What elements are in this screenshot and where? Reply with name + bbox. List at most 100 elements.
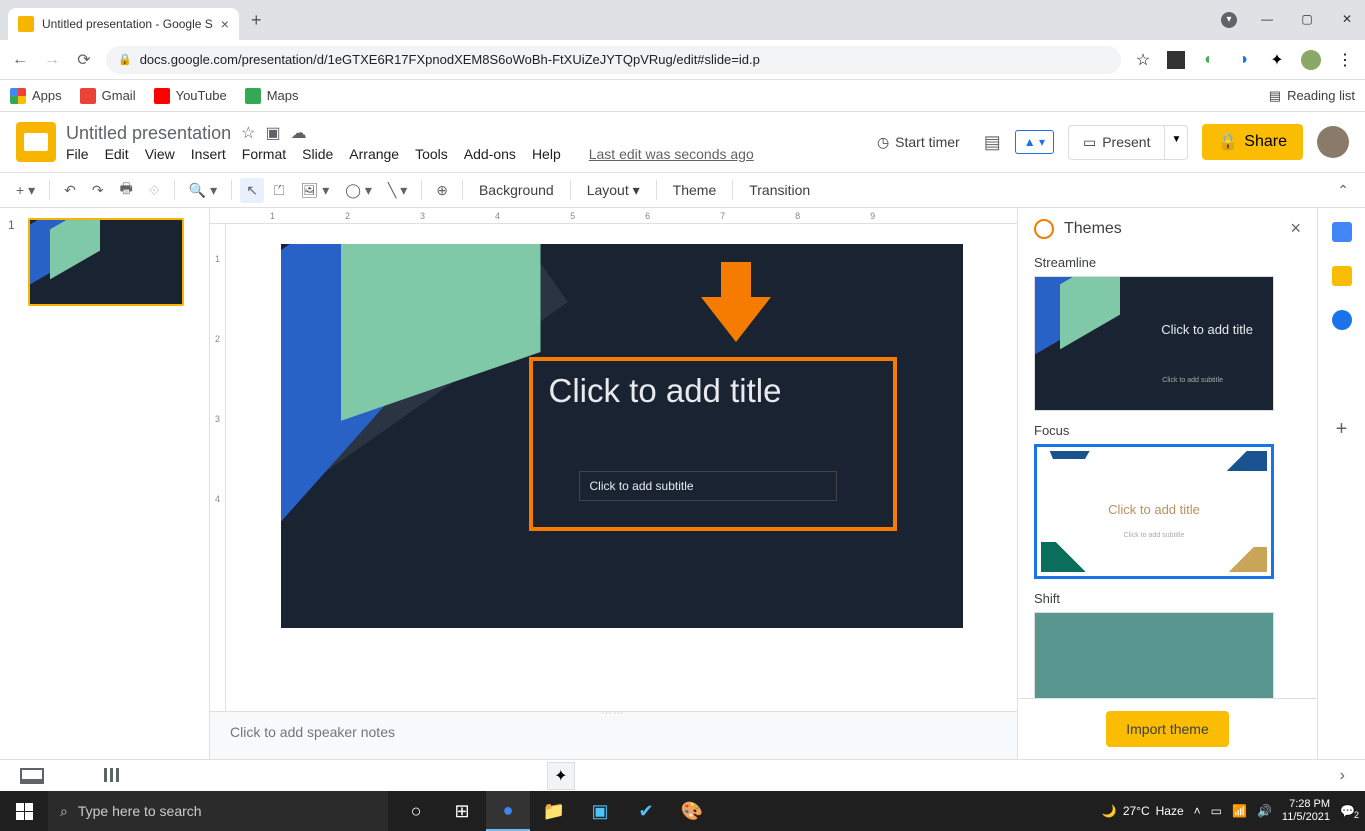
present-button[interactable]: ▭ Present [1068,125,1165,160]
lock-icon: 🔒 [118,53,132,66]
reading-list-button[interactable]: ▤ Reading list [1269,88,1355,104]
theme-option-streamline[interactable]: Click to add title Click to add subtitle [1034,276,1274,411]
comments-icon[interactable]: ▤ [984,132,1001,153]
taskbar-clock[interactable]: 7:28 PM 11/5/2021 [1282,798,1330,824]
close-tab-icon[interactable]: × [221,16,229,32]
title-placeholder[interactable]: Click to add title [549,372,782,410]
share-button[interactable]: 🔒 Share [1202,124,1303,160]
start-button[interactable] [0,791,48,831]
theme-button[interactable]: Theme [665,178,725,202]
select-tool[interactable]: ↖ [240,178,264,203]
image-tool[interactable]: 🖼 ▾ [295,178,336,203]
menu-tools[interactable]: Tools [415,146,448,162]
slides-logo-icon[interactable] [16,122,56,162]
print-button[interactable]: 🖶 [114,174,139,206]
app-taskbar-icon-2[interactable]: ✔ [624,791,668,831]
cortana-icon[interactable]: ○ [394,791,438,831]
menu-slide[interactable]: Slide [302,146,333,162]
profile-avatar-icon[interactable] [1301,50,1321,70]
cloud-status-icon[interactable]: ☁ [291,123,307,143]
menu-help[interactable]: Help [532,146,561,162]
tray-chevron-icon[interactable]: ˄ [1194,804,1201,818]
explorer-taskbar-icon[interactable]: 📁 [532,791,576,831]
ext-icon-3[interactable]: ◑ [1233,50,1253,70]
filmstrip-view-icon[interactable] [20,768,44,784]
import-theme-button[interactable]: Import theme [1106,711,1228,747]
user-avatar[interactable] [1317,126,1349,158]
browser-tab[interactable]: Untitled presentation - Google S × [8,8,239,40]
extensions-icon[interactable]: ✦ [1267,50,1287,70]
menu-insert[interactable]: Insert [191,146,226,162]
taskbar-search[interactable]: ⌕ Type here to search [48,791,388,831]
menu-addons[interactable]: Add-ons [464,146,516,162]
chrome-taskbar-icon[interactable]: ● [486,791,530,831]
present-dropdown[interactable]: ▼ [1165,125,1188,160]
undo-button[interactable]: ↶ [58,178,82,203]
minimize-button[interactable]: — [1257,12,1277,28]
volume-icon[interactable]: 🔊 [1257,804,1272,818]
line-tool[interactable]: ╲ ▾ [382,178,413,203]
account-icon[interactable]: ▾ [1221,12,1237,28]
menu-arrange[interactable]: Arrange [349,146,399,162]
last-edit-link[interactable]: Last edit was seconds ago [589,146,754,162]
new-slide-button[interactable]: + ▾ [10,178,41,203]
gmail-bookmark[interactable]: Gmail [80,88,136,104]
layout-button[interactable]: Layout ▾ [579,178,648,203]
weather-widget[interactable]: 🌙 27°C Haze [1102,804,1184,818]
slideshow-icon[interactable]: ▲ ▾ [1015,130,1054,154]
grid-view-icon[interactable] [104,768,122,782]
add-panel-icon[interactable]: + [1336,418,1348,441]
textbox-tool[interactable]: ⏍ [268,178,291,203]
theme-option-shift[interactable] [1034,612,1274,698]
collapse-toolbar-icon[interactable]: ⌃ [1331,178,1355,203]
task-view-icon[interactable]: ⊞ [440,791,484,831]
reload-button[interactable]: ⟳ [74,50,94,70]
speaker-notes[interactable]: ⋯⋯ Click to add speaker notes [210,711,1017,759]
theme-option-focus[interactable]: Click to add title Click to add subtitle [1034,444,1274,579]
youtube-bookmark[interactable]: YouTube [154,88,227,104]
star-doc-icon[interactable]: ☆ [241,123,255,143]
menu-edit[interactable]: Edit [105,146,129,162]
paint-format-button[interactable]: ⟐ [143,178,166,203]
close-panel-icon[interactable]: × [1290,218,1301,239]
background-button[interactable]: Background [471,178,562,202]
paint-taskbar-icon[interactable]: 🎨 [670,791,714,831]
move-doc-icon[interactable]: ▣ [265,123,280,143]
new-tab-button[interactable]: + [251,10,262,31]
subtitle-placeholder[interactable]: Click to add subtitle [579,471,837,501]
ext-icon-2[interactable]: ◐ [1199,50,1219,70]
explore-button[interactable]: ✦ [547,762,575,790]
slide-canvas[interactable]: Click to add title Click to add subtitle [281,244,963,628]
star-icon[interactable]: ☆ [1133,50,1153,70]
comment-button[interactable]: ⊕ [430,178,454,203]
start-timer-button[interactable]: ◷ Start timer [867,128,970,157]
maximize-button[interactable]: ▢ [1297,12,1317,28]
back-button[interactable]: ← [10,50,30,70]
menu-format[interactable]: Format [242,146,286,162]
redo-button[interactable]: ↷ [86,178,110,203]
notifications-icon[interactable]: 💬2 [1340,804,1355,818]
document-title[interactable]: Untitled presentation [66,123,231,144]
window-controls: ▾ — ▢ ✕ [1221,12,1357,28]
hide-sidepanel-icon[interactable]: › [1340,767,1345,785]
transition-button[interactable]: Transition [741,178,818,202]
app-taskbar-icon-1[interactable]: ▣ [578,791,622,831]
ext-icon-1[interactable] [1167,51,1185,69]
maps-bookmark[interactable]: Maps [245,88,299,104]
apps-shortcut[interactable]: Apps [10,88,62,104]
calendar-icon[interactable] [1332,222,1352,242]
menu-view[interactable]: View [145,146,175,162]
keep-icon[interactable] [1332,266,1352,286]
tasks-icon[interactable] [1332,310,1352,330]
wifi-icon[interactable]: 📶 [1232,804,1247,818]
shape-tool[interactable]: ◯ ▾ [339,178,378,203]
forward-button[interactable]: → [42,50,62,70]
notes-drag-handle[interactable]: ⋯⋯ [602,708,626,719]
chrome-menu-icon[interactable]: ⋮ [1335,50,1355,70]
url-field[interactable]: 🔒 docs.google.com/presentation/d/1eGTXE6… [106,46,1121,74]
slide-thumbnail[interactable] [28,218,184,306]
zoom-button[interactable]: 🔍 ▾ [183,178,223,203]
battery-icon[interactable]: ▭ [1211,804,1222,818]
close-window-button[interactable]: ✕ [1337,12,1357,28]
menu-file[interactable]: File [66,146,89,162]
